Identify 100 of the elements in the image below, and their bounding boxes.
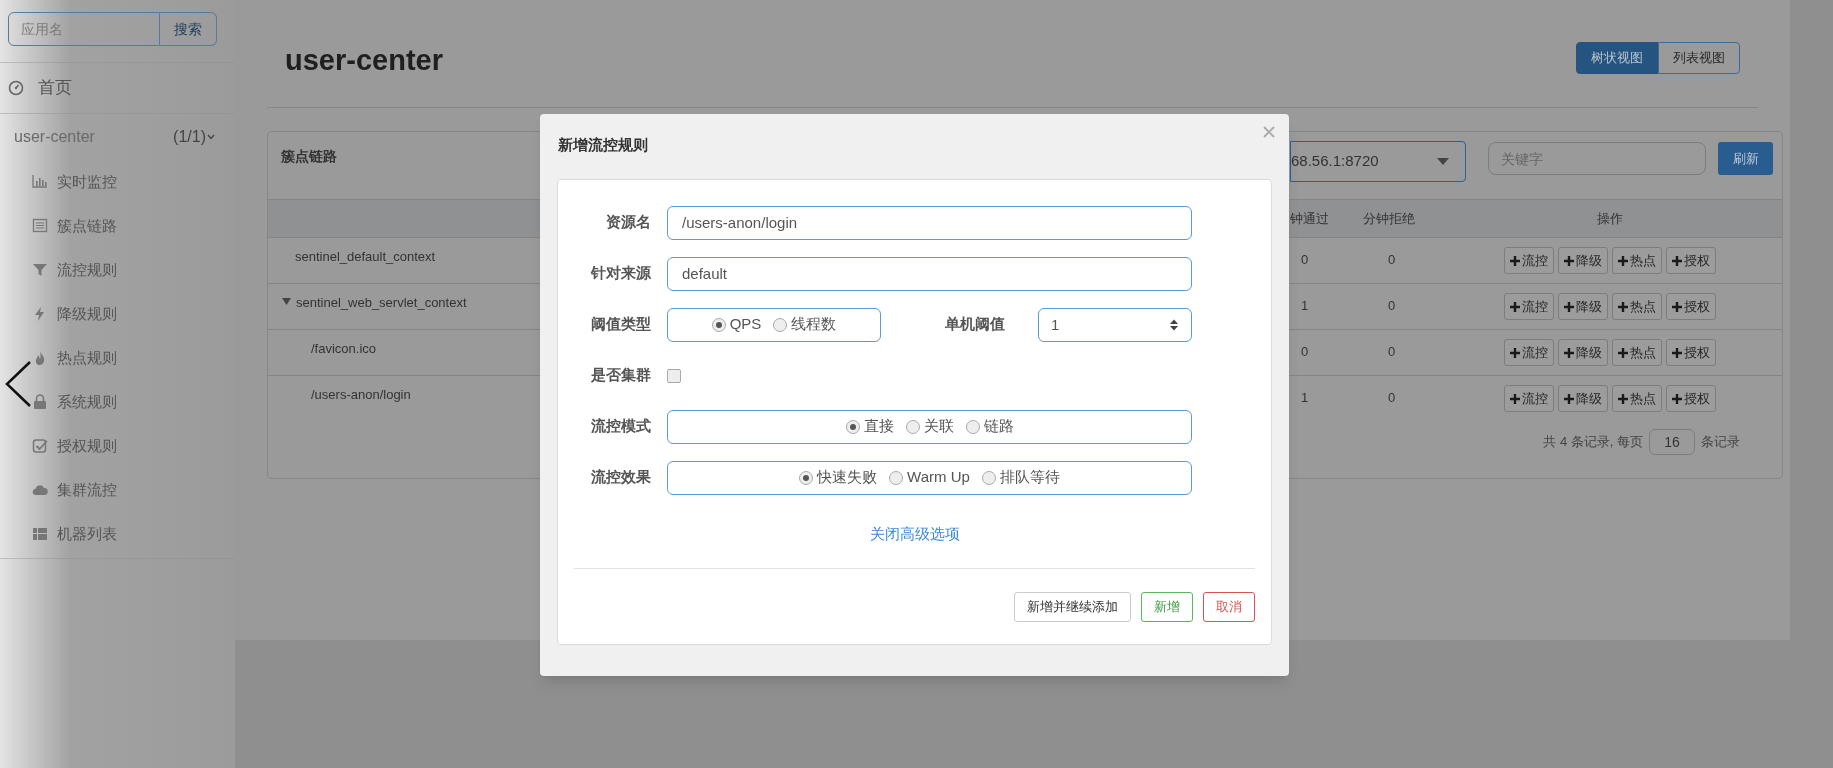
- triangle-down-icon[interactable]: [282, 297, 291, 306]
- option-label: Warm Up: [907, 467, 970, 488]
- field-label: 针对来源: [591, 263, 651, 284]
- plus-icon: [1510, 301, 1520, 312]
- page-title: user-center: [285, 43, 443, 78]
- radio-button[interactable]: [981, 470, 996, 485]
- plus-icon: [1510, 393, 1520, 404]
- option-label: 链路: [983, 416, 1014, 437]
- panel-title: 簇点链路: [281, 148, 337, 164]
- add-rule-button[interactable]: 流控: [1504, 339, 1554, 366]
- gauge-icon: [8, 80, 24, 96]
- add-rule-button[interactable]: 热点: [1612, 385, 1662, 412]
- machine-select[interactable]: 68.56.1:8720: [1290, 141, 1466, 182]
- radio-button[interactable]: [773, 317, 788, 332]
- page-size-field[interactable]: 16: [1649, 429, 1695, 455]
- plus-icon: [1564, 301, 1574, 312]
- cloud-icon: [32, 482, 48, 498]
- modal-button[interactable]: 新增: [1141, 591, 1193, 622]
- option-label: QPS: [729, 314, 762, 335]
- close-icon[interactable]: [1263, 126, 1275, 138]
- add-rule-button[interactable]: 授权: [1666, 293, 1716, 320]
- column-header: 操作: [1597, 209, 1623, 228]
- sidebar-item[interactable]: 实时监控: [0, 160, 235, 204]
- add-rule-button[interactable]: 降级: [1558, 339, 1608, 366]
- add-rule-button[interactable]: 授权: [1666, 385, 1716, 412]
- table-cell-text: /favicon.ico: [311, 340, 377, 358]
- plus-icon: [1510, 255, 1520, 266]
- add-rule-button[interactable]: 降级: [1558, 385, 1608, 412]
- table-cell: 0: [1388, 298, 1396, 313]
- add-rule-button[interactable]: 热点: [1612, 293, 1662, 320]
- input-field[interactable]: default: [667, 256, 1192, 291]
- radio-button[interactable]: [845, 419, 860, 434]
- radio-button[interactable]: [711, 317, 726, 332]
- search-field[interactable]: 应用名: [8, 12, 160, 46]
- radio-button[interactable]: [905, 419, 920, 434]
- option-label: 直接: [863, 416, 894, 437]
- advanced-options-link[interactable]: 关闭高级选项: [869, 523, 960, 546]
- sidebar-item[interactable]: 机器列表: [0, 512, 235, 556]
- pagination-text: 共 4 条记录, 每页: [1543, 433, 1643, 452]
- checkbox[interactable]: [667, 368, 681, 383]
- table-cell: 0: [1301, 344, 1309, 359]
- caret-down-icon: [1437, 158, 1449, 165]
- sidebar-item[interactable]: 簇点链路: [0, 204, 235, 248]
- radio-button[interactable]: [799, 470, 814, 485]
- add-rule-button[interactable]: 授权: [1666, 339, 1716, 366]
- sidebar-item[interactable]: 降级规则: [0, 292, 235, 336]
- home-link[interactable]: 首页: [0, 63, 235, 113]
- plus-icon: [1672, 347, 1682, 358]
- modal-button[interactable]: 新增并继续添加: [1014, 591, 1131, 622]
- option-label: 关联: [923, 416, 954, 437]
- field-label: 流控模式: [591, 416, 651, 437]
- plus-icon: [1672, 301, 1682, 312]
- modal-title: 新增流控规则: [558, 135, 648, 155]
- input-field[interactable]: /users-anon/login: [667, 205, 1192, 240]
- chevron-left-icon[interactable]: [4, 360, 32, 408]
- field-label: 单机阈值: [945, 314, 1005, 335]
- field-label: 是否集群: [591, 365, 651, 386]
- radio-button[interactable]: [889, 470, 904, 485]
- sidebar-item[interactable]: 系统规则: [0, 380, 235, 424]
- check-square-icon: [32, 438, 48, 454]
- table-cell: 0: [1388, 344, 1396, 359]
- search-button[interactable]: 搜索: [160, 12, 217, 46]
- table-cell: 0: [1301, 252, 1309, 267]
- list-icon: [32, 218, 48, 234]
- number-field[interactable]: 1: [1038, 307, 1192, 342]
- add-rule-button[interactable]: 授权: [1666, 247, 1716, 274]
- spinner-icon[interactable]: [1169, 317, 1179, 332]
- view-tab[interactable]: 树状视图: [1576, 42, 1658, 74]
- radio-button[interactable]: [965, 419, 980, 434]
- app-count: (1/1): [173, 127, 206, 147]
- plus-icon: [1618, 255, 1628, 266]
- plus-icon: [1672, 255, 1682, 266]
- sidebar-item[interactable]: 集群流控: [0, 468, 235, 512]
- table-cell: 0: [1388, 252, 1396, 267]
- add-rule-button[interactable]: 降级: [1558, 247, 1608, 274]
- add-rule-button[interactable]: 热点: [1612, 247, 1662, 274]
- sidebar-item[interactable]: 授权规则: [0, 424, 235, 468]
- table-cell: 0: [1388, 390, 1396, 405]
- plus-icon: [1564, 347, 1574, 358]
- sidebar-item[interactable]: 热点规则: [0, 336, 235, 380]
- plus-icon: [1618, 393, 1628, 404]
- view-tab[interactable]: 列表视图: [1658, 42, 1740, 74]
- plus-icon: [1618, 301, 1628, 312]
- plus-icon: [1510, 347, 1520, 358]
- modal-button[interactable]: 取消: [1203, 591, 1255, 622]
- plus-icon: [1564, 393, 1574, 404]
- plus-icon: [1672, 393, 1682, 404]
- refresh-button[interactable]: 刷新: [1718, 142, 1773, 175]
- add-rule-button[interactable]: 降级: [1558, 293, 1608, 320]
- sidebar-item[interactable]: 流控规则: [0, 248, 235, 292]
- filter-icon: [32, 262, 48, 278]
- add-rule-button[interactable]: 流控: [1504, 385, 1554, 412]
- add-rule-button[interactable]: 热点: [1612, 339, 1662, 366]
- grid-icon: [32, 526, 48, 542]
- table-cell-text: /users-anon/login: [311, 386, 411, 404]
- field-label: 阈值类型: [591, 314, 651, 335]
- column-header: 分钟拒绝: [1362, 209, 1416, 228]
- add-rule-button[interactable]: 流控: [1504, 247, 1554, 274]
- add-rule-button[interactable]: 流控: [1504, 293, 1554, 320]
- table-cell: 1: [1301, 298, 1309, 313]
